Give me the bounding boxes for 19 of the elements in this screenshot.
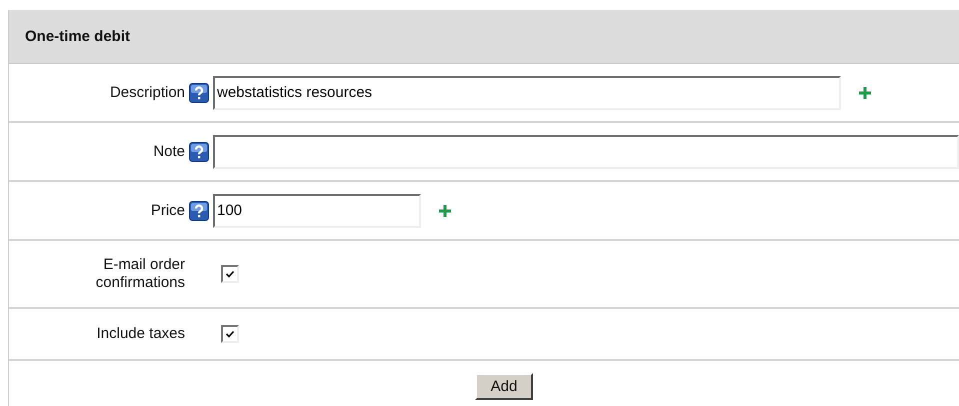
field-label: Description bbox=[108, 84, 185, 102]
field-label: Price bbox=[150, 202, 185, 220]
check-icon bbox=[225, 329, 235, 339]
field-label: E-mail order confirmations bbox=[94, 256, 185, 292]
help-icon[interactable] bbox=[189, 82, 209, 102]
plus-icon[interactable] bbox=[439, 204, 451, 216]
text-field[interactable] bbox=[213, 134, 959, 168]
field-label: Include taxes bbox=[96, 325, 185, 343]
text-field[interactable]: 100 bbox=[213, 194, 421, 228]
help-icon[interactable] bbox=[189, 142, 209, 162]
panel-title: One-time debit bbox=[25, 28, 130, 45]
checkbox[interactable] bbox=[221, 325, 239, 343]
plus-icon[interactable] bbox=[859, 86, 871, 98]
checkbox[interactable] bbox=[221, 265, 239, 283]
text-field[interactable]: webstatistics resources bbox=[213, 76, 841, 110]
check-icon bbox=[225, 269, 235, 279]
help-icon[interactable] bbox=[189, 200, 209, 220]
add-button[interactable]: Add bbox=[474, 373, 534, 400]
field-label: Note bbox=[152, 142, 185, 160]
